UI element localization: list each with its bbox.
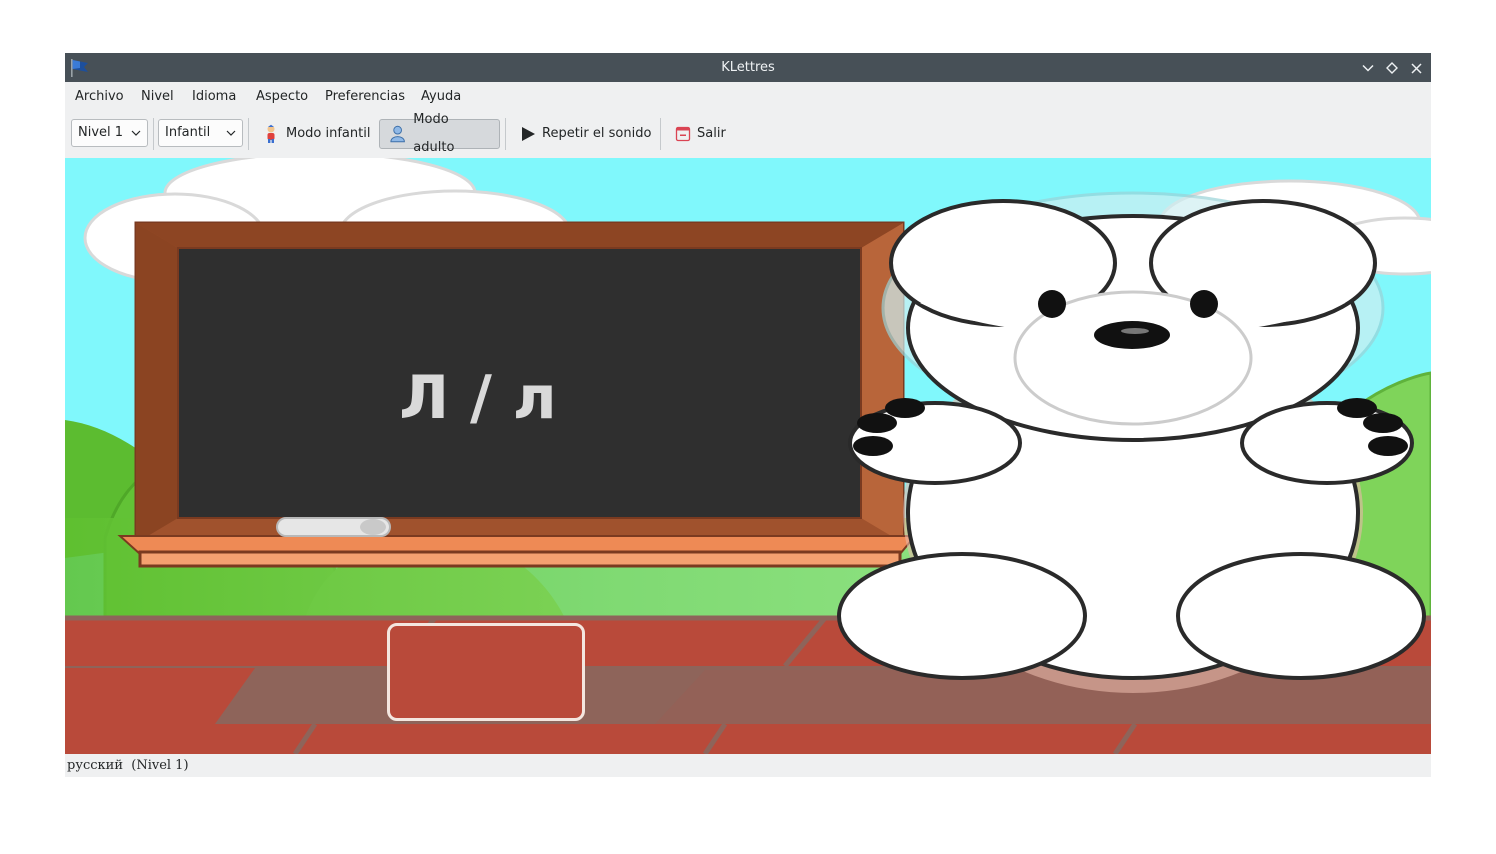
title-bar[interactable]: KLettres	[65, 53, 1431, 82]
grown-mode-button[interactable]: Modo adulto	[379, 112, 500, 155]
background-art	[65, 158, 1431, 754]
play-icon	[522, 127, 535, 141]
close-icon	[1410, 62, 1422, 74]
menu-idioma[interactable]: Idioma	[189, 82, 239, 112]
mode-select-value: Infantil	[165, 125, 211, 140]
level-select[interactable]: Nivel 1	[71, 119, 148, 147]
child-icon	[267, 124, 275, 143]
repeat-sound-button[interactable]: Repetir el sonido	[512, 119, 659, 149]
quit-icon	[675, 126, 691, 142]
board-letter: Л / л	[399, 363, 557, 433]
diamond-icon	[1386, 62, 1398, 74]
status-bar: русский (Nivel 1)	[65, 754, 1431, 777]
menu-archivo[interactable]: Archivo	[72, 82, 127, 112]
toolbar: Nivel 1 Infantil Modo infantil Modo adul…	[65, 112, 1431, 158]
window-title: KLettres	[721, 60, 775, 75]
quit-label: Salir	[697, 126, 726, 141]
chevron-down-icon	[226, 130, 236, 136]
answer-input[interactable]	[387, 623, 585, 721]
app-window: KLettres Archivo Nivel Idioma Aspecto Pr…	[65, 53, 1431, 777]
mode-select[interactable]: Infantil	[158, 119, 243, 147]
toolbar-separator	[153, 118, 154, 150]
grown-mode-label: Modo adulto	[413, 112, 455, 155]
level-select-value: Nivel 1	[78, 125, 124, 140]
close-button[interactable]	[1405, 57, 1427, 79]
teddy-bear	[837, 191, 1426, 693]
repeat-sound-label: Repetir el sonido	[542, 126, 652, 141]
toolbar-separator	[505, 118, 506, 150]
menu-aspecto[interactable]: Aspecto	[253, 82, 311, 112]
quit-button[interactable]: Salir	[667, 119, 734, 149]
game-scene: Л / л	[65, 158, 1431, 754]
minimize-button[interactable]	[1357, 57, 1379, 79]
menu-nivel[interactable]: Nivel	[138, 82, 177, 112]
chevron-down-icon	[1362, 64, 1374, 72]
chevron-down-icon	[131, 130, 141, 136]
toolbar-separator	[248, 118, 249, 150]
menu-preferencias[interactable]: Preferencias	[322, 82, 408, 112]
kid-mode-label: Modo infantil	[286, 126, 371, 141]
toolbar-separator	[660, 118, 661, 150]
user-icon	[390, 125, 405, 143]
maximize-button[interactable]	[1381, 57, 1403, 79]
kid-mode-button[interactable]: Modo infantil	[254, 119, 378, 149]
menu-bar: Archivo Nivel Idioma Aspecto Preferencia…	[65, 82, 1431, 112]
status-text: русский (Nivel 1)	[67, 758, 189, 773]
